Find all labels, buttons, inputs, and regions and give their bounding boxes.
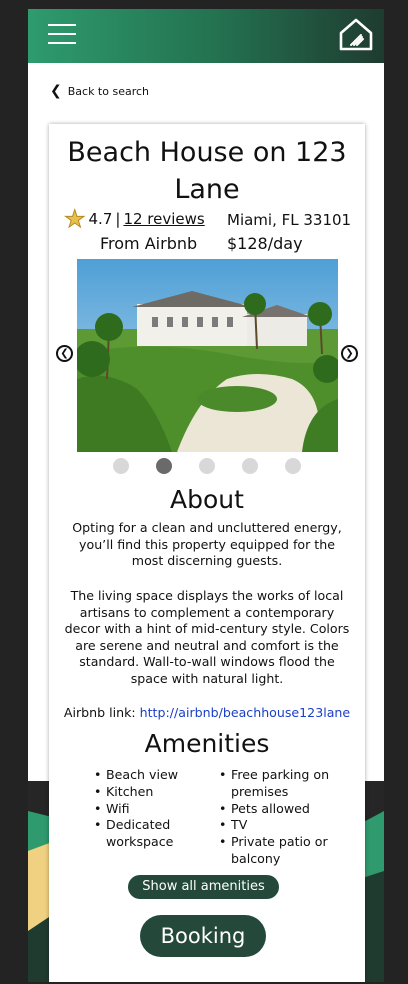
listing-card: Beach House on 123 Lane ★ 4.7 | 12 revie… (49, 124, 365, 982)
about-paragraph-1: Opting for a clean and uncluttered energ… (72, 520, 342, 568)
listing-source: From Airbnb (100, 234, 198, 253)
amenity-item: Beach view (94, 767, 204, 784)
amenity-item: TV (219, 817, 344, 834)
booking-button[interactable]: Booking (140, 915, 266, 957)
star-icon: ★ (64, 205, 86, 233)
airbnb-link-row: Airbnb link: http://airbnb/beachhouse123… (49, 705, 365, 720)
chevron-right-icon: ❯ (345, 348, 354, 359)
amenities-list-left: Beach view Kitchen Wifi Dedicated worksp… (94, 767, 204, 851)
reviews-link[interactable]: 12 reviews (123, 210, 204, 228)
app-header (28, 9, 384, 63)
listing-title: Beach House on 123 Lane (67, 137, 347, 205)
carousel-dot-active[interactable] (156, 458, 172, 474)
amenity-item: Pets allowed (219, 801, 344, 818)
amenities-heading: Amenities (144, 729, 270, 758)
back-label: Back to search (67, 84, 150, 98)
amenity-item: Kitchen (94, 784, 204, 801)
listing-price: $128/day (227, 234, 303, 253)
chevron-left-icon: ❮ (50, 83, 62, 99)
amenity-item: Private patio or balcony (219, 834, 344, 868)
carousel-next-button[interactable]: ❯ (341, 345, 358, 362)
top-strip (0, 0, 408, 9)
carousel-dots (113, 458, 301, 474)
phone-screen: ❮ Back to search Beach House on 123 Lane… (28, 9, 384, 982)
rating-row: ★ 4.7 | 12 reviews (64, 205, 205, 233)
about-heading: About (170, 485, 244, 514)
airbnb-link[interactable]: http://airbnb/beachhouse123lane (140, 705, 351, 720)
chevron-left-icon: ❮ (60, 348, 69, 359)
location: Miami, FL 33101 (227, 211, 352, 229)
hamburger-icon[interactable] (48, 24, 76, 48)
amenity-item: Free parking on premises (219, 767, 344, 801)
carousel-dot[interactable] (199, 458, 215, 474)
listing-photo (77, 259, 338, 452)
rating-separator: | (115, 210, 121, 228)
carousel-dot[interactable] (113, 458, 129, 474)
house-logo-icon[interactable] (338, 16, 374, 52)
carousel-dot[interactable] (285, 458, 301, 474)
amenity-item: Wifi (94, 801, 204, 818)
airbnb-link-label: Airbnb link: (63, 705, 136, 720)
about-paragraph-2: The living space displays the works of l… (64, 588, 350, 686)
carousel-prev-button[interactable]: ❮ (56, 345, 73, 362)
show-all-amenities-button[interactable]: Show all amenities (128, 875, 279, 899)
amenity-item: Dedicated workspace (94, 817, 204, 851)
back-to-search-link[interactable]: ❮ Back to search (50, 83, 149, 99)
amenities-list-right: Free parking on premises Pets allowed TV… (219, 767, 344, 868)
carousel-dot[interactable] (242, 458, 258, 474)
rating-value: 4.7 (88, 210, 113, 228)
